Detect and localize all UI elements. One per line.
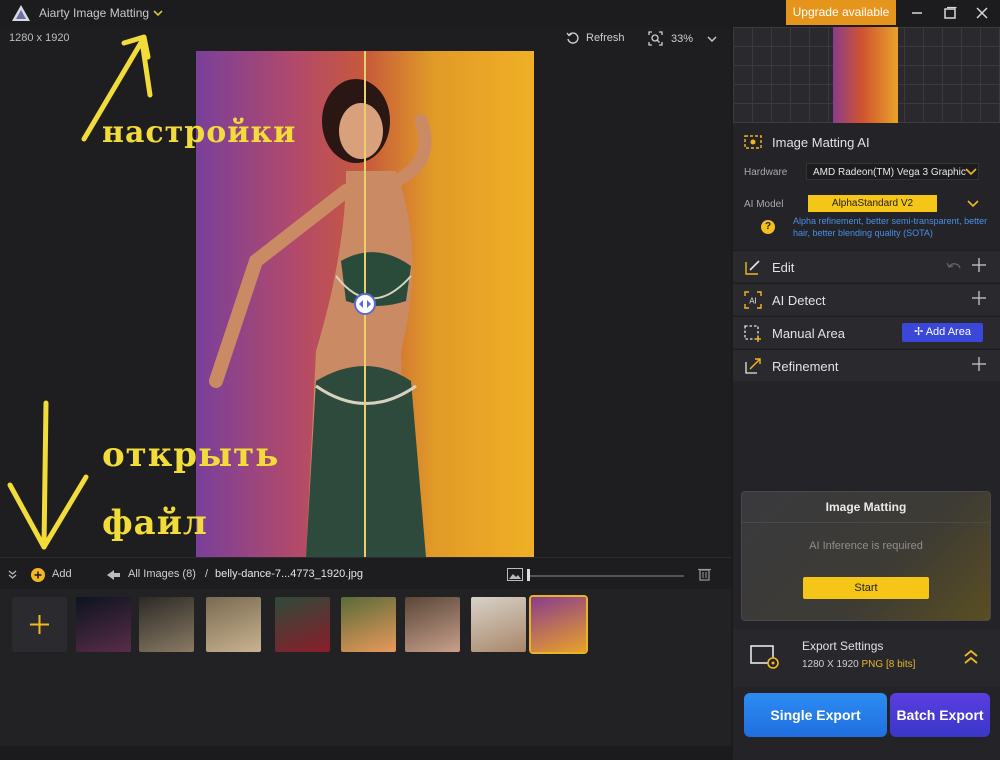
title-bar: Aiarty Image Matting Upgrade available <box>0 0 1000 27</box>
maximize-icon[interactable] <box>941 4 959 22</box>
refresh-button[interactable]: Refresh <box>566 31 625 45</box>
thumbnail-woman-white-flowers[interactable] <box>471 597 526 652</box>
breadcrumb-separator: / <box>205 568 209 580</box>
ai-model-description: Alpha refinement, better semi-transparen… <box>793 216 988 238</box>
chevron-down-icon[interactable] <box>706 33 718 45</box>
breadcrumb-current-file: belly-dance-7...4773_1920.jpg <box>215 568 364 580</box>
add-area-label: Add Area <box>925 326 971 338</box>
annotation-settings-note: настройки <box>102 115 297 150</box>
settings-panel: Image Matting AI Hardware AMD Radeon(TM)… <box>733 27 1000 760</box>
image-matting-ai-icon <box>744 135 762 149</box>
ai-model-select[interactable]: AlphaStandard V2 <box>808 195 937 212</box>
app-logo-icon <box>12 5 30 21</box>
image-canvas[interactable]: 1280 x 1920 Refresh 33% настройки открыт… <box>0 27 731 557</box>
matting-ai-title: Image Matting AI <box>772 135 870 150</box>
back-arrow-icon[interactable] <box>107 569 121 581</box>
manual-area-icon <box>744 325 761 342</box>
add-button-label[interactable]: Add <box>52 568 72 580</box>
image-dimensions: 1280 x 1920 <box>9 32 70 44</box>
image-matting-card: Image Matting AI Inference is required S… <box>741 491 991 621</box>
upgrade-button[interactable]: Upgrade available <box>786 0 896 25</box>
manual-area-label: Manual Area <box>772 326 845 341</box>
export-size: 1280 X 1920 <box>802 659 859 670</box>
thumbnail-woman-flowers[interactable] <box>341 597 396 652</box>
export-settings-title: Export Settings <box>802 639 884 653</box>
zoom-level: 33% <box>671 32 694 45</box>
annotation-arrow-down-icon <box>7 400 89 550</box>
ai-model-select-value: AlphaStandard V2 <box>831 198 914 209</box>
undo-icon[interactable] <box>946 259 962 273</box>
thumbnail-strip <box>0 589 731 746</box>
trash-icon[interactable] <box>698 567 711 581</box>
refresh-label: Refresh <box>586 32 625 44</box>
help-icon[interactable]: ? <box>761 220 775 234</box>
start-button[interactable]: Start <box>803 577 929 599</box>
ai-detect-icon: AI <box>744 291 762 309</box>
export-settings[interactable]: Export Settings 1280 X 1920 PNG [8 bits] <box>733 629 1000 687</box>
ai-detect-row[interactable]: AI AI Detect <box>733 283 1000 315</box>
add-circle-icon[interactable] <box>31 568 45 582</box>
thumbnail-woman-portrait[interactable] <box>405 597 460 652</box>
plus-icon[interactable] <box>972 258 986 272</box>
plus-icon <box>30 615 49 634</box>
zoom-control[interactable]: 33% <box>648 31 693 46</box>
export-settings-icon <box>750 645 779 669</box>
file-strip-toolbar: Add All Images (8) / belly-dance-7...477… <box>0 557 731 589</box>
chevron-down-icon[interactable] <box>152 7 164 19</box>
single-export-button[interactable]: Single Export <box>744 693 887 737</box>
add-image-tile[interactable] <box>12 597 67 652</box>
export-format: PNG <box>861 659 884 670</box>
refinement-icon <box>745 358 761 374</box>
svg-text:AI: AI <box>749 297 757 306</box>
thumbnail-forest-creature[interactable] <box>139 597 194 652</box>
export-bit-depth: [8 bits] <box>885 659 916 670</box>
comparison-split-handle[interactable] <box>354 293 376 315</box>
image-view-icon[interactable] <box>507 568 523 581</box>
export-settings-summary: 1280 X 1920 PNG [8 bits] <box>802 659 915 670</box>
edit-label: Edit <box>772 260 795 275</box>
refinement-row[interactable]: Refinement <box>733 349 1000 381</box>
thumbnail-size-slider[interactable] <box>528 575 684 577</box>
add-area-button[interactable]: ✢ Add Area <box>902 323 983 342</box>
preview-thumbnail <box>833 27 898 123</box>
hardware-select-value: AMD Radeon(TM) Vega 3 Graphic <box>813 167 966 178</box>
zoom-fit-icon <box>648 31 663 46</box>
annotation-open-note-line2: файл <box>102 503 208 543</box>
chevron-down-icon[interactable] <box>965 167 977 177</box>
slider-handle[interactable] <box>527 569 530 581</box>
hardware-select[interactable]: AMD Radeon(TM) Vega 3 Graphic <box>806 163 979 180</box>
refresh-icon <box>566 32 579 44</box>
thumbnail-belly-dancer[interactable] <box>529 595 588 654</box>
ai-model-label: AI Model <box>744 199 784 210</box>
edit-icon <box>745 260 760 275</box>
breadcrumb-all-images[interactable]: All Images (8) <box>128 568 196 580</box>
thumbnail-jellyfish[interactable] <box>76 597 131 652</box>
annotation-open-note-line1: открыть <box>102 435 280 475</box>
divider <box>742 522 990 523</box>
matting-card-title: Image Matting <box>825 500 907 514</box>
plus-icon[interactable] <box>972 357 986 371</box>
result-preview <box>733 27 1000 123</box>
thumbnail-bicycle[interactable] <box>206 597 261 652</box>
chevron-double-up-icon[interactable] <box>964 649 978 665</box>
collapse-strip-icon[interactable] <box>8 570 17 579</box>
hardware-label: Hardware <box>744 167 788 178</box>
thumbnail-woman-red-dress-forest[interactable] <box>275 597 330 652</box>
inference-required-message: AI Inference is required <box>809 540 923 552</box>
manual-area-row[interactable]: Manual Area ✢ Add Area <box>733 316 1000 348</box>
minimize-icon[interactable] <box>908 4 926 22</box>
split-arrows-icon <box>359 300 371 308</box>
batch-export-button[interactable]: Batch Export <box>890 693 990 737</box>
edit-row[interactable]: Edit <box>733 250 1000 282</box>
sparkle-icon: ✢ <box>914 326 924 338</box>
plus-icon[interactable] <box>972 291 986 305</box>
refinement-label: Refinement <box>772 359 839 374</box>
chevron-down-icon[interactable] <box>967 199 979 209</box>
ai-detect-label: AI Detect <box>772 293 826 308</box>
close-icon[interactable] <box>973 4 991 22</box>
app-title: Aiarty Image Matting <box>39 6 150 20</box>
